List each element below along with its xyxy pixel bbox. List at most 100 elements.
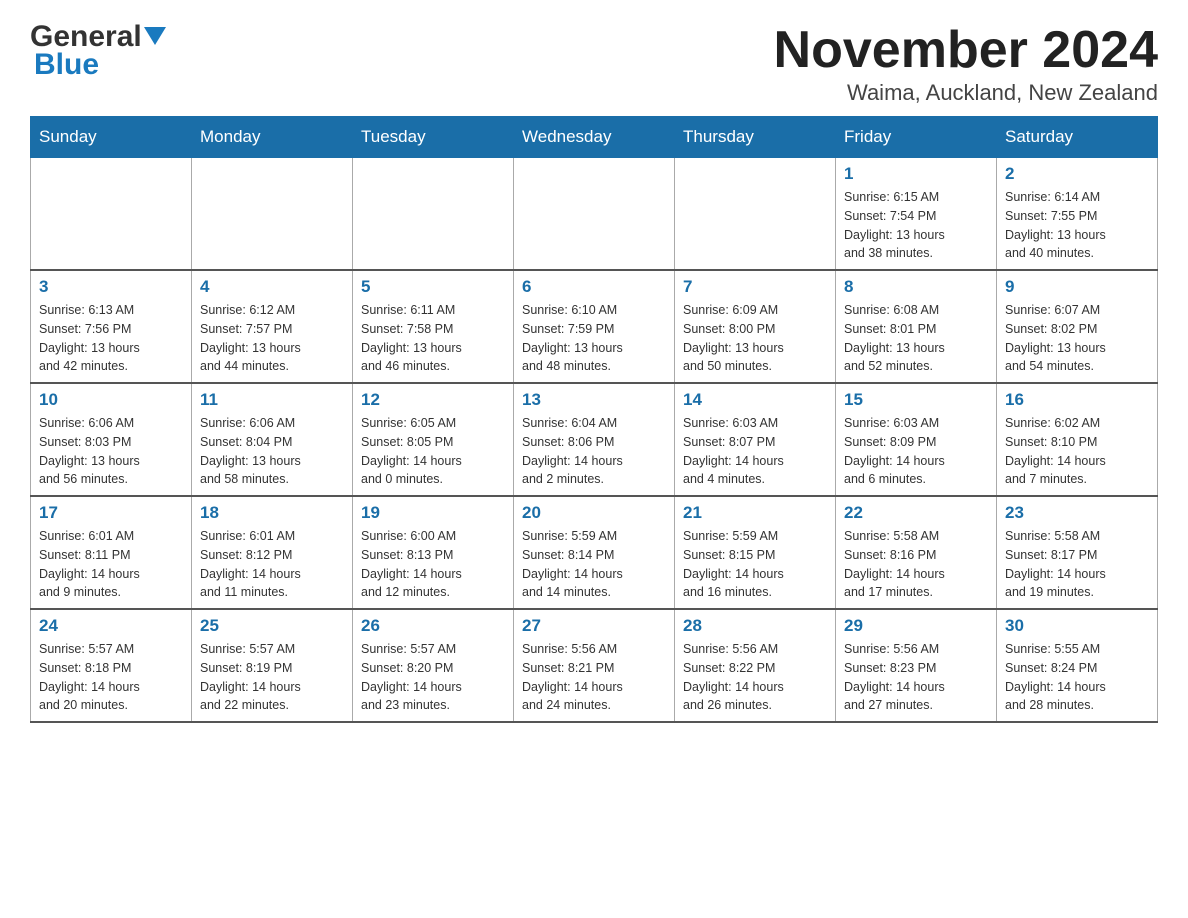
- table-row: 12Sunrise: 6:05 AM Sunset: 8:05 PM Dayli…: [353, 383, 514, 496]
- day-number: 22: [844, 503, 988, 523]
- table-row: 21Sunrise: 5:59 AM Sunset: 8:15 PM Dayli…: [675, 496, 836, 609]
- day-info: Sunrise: 5:56 AM Sunset: 8:23 PM Dayligh…: [844, 640, 988, 715]
- calendar-week-row: 10 Sunrise: 6:06 AM Sunset: 8:03 PM Dayli…: [31, 383, 1158, 496]
- table-row: 17Sunrise: 6:01 AM Sunset: 8:11 PM Dayli…: [31, 496, 192, 609]
- day-number: 8: [844, 277, 988, 297]
- day-info: Sunrise: 5:59 AM Sunset: 8:14 PM Dayligh…: [522, 527, 666, 602]
- day-number: 14: [683, 390, 827, 410]
- header-saturday: Saturday: [997, 117, 1158, 158]
- table-row: 24 Sunrise: 5:57 AM Sunset: 8:18 PM Dayli…: [31, 609, 192, 722]
- day-info: Sunrise: 6:12 AM Sunset: 7:57 PM Dayligh…: [200, 301, 344, 376]
- table-row: 20 Sunrise: 5:59 AM Sunset: 8:14 PM Dayli…: [514, 496, 675, 609]
- table-row: 5Sunrise: 6:11 AM Sunset: 7:58 PM Daylig…: [353, 270, 514, 383]
- table-row: 9 Sunrise: 6:07 AM Sunset: 8:02 PM Daylig…: [997, 270, 1158, 383]
- day-info: Sunrise: 6:08 AM Sunset: 8:01 PM Dayligh…: [844, 301, 988, 376]
- day-info: Sunrise: 5:56 AM Sunset: 8:22 PM Dayligh…: [683, 640, 827, 715]
- day-number: 6: [522, 277, 666, 297]
- table-row: 6 Sunrise: 6:10 AM Sunset: 7:59 PM Daylig…: [514, 270, 675, 383]
- table-row: 1 Sunrise: 6:15 AM Sunset: 7:54 PM Daylig…: [836, 158, 997, 271]
- day-info: Sunrise: 6:13 AM Sunset: 7:56 PM Dayligh…: [39, 301, 183, 376]
- table-row: 7Sunrise: 6:09 AM Sunset: 8:00 PM Daylig…: [675, 270, 836, 383]
- day-info: Sunrise: 6:10 AM Sunset: 7:59 PM Dayligh…: [522, 301, 666, 376]
- day-info: Sunrise: 6:14 AM Sunset: 7:55 PM Dayligh…: [1005, 188, 1149, 263]
- day-info: Sunrise: 6:00 AM Sunset: 8:13 PM Dayligh…: [361, 527, 505, 602]
- header-friday: Friday: [836, 117, 997, 158]
- day-number: 1: [844, 164, 988, 184]
- day-number: 10: [39, 390, 183, 410]
- day-number: 17: [39, 503, 183, 523]
- logo-blue-text: Blue: [34, 48, 99, 82]
- day-number: 3: [39, 277, 183, 297]
- day-number: 13: [522, 390, 666, 410]
- day-number: 16: [1005, 390, 1149, 410]
- table-row: 22 Sunrise: 5:58 AM Sunset: 8:16 PM Dayli…: [836, 496, 997, 609]
- day-info: Sunrise: 5:57 AM Sunset: 8:19 PM Dayligh…: [200, 640, 344, 715]
- table-row: 27 Sunrise: 5:56 AM Sunset: 8:21 PM Dayli…: [514, 609, 675, 722]
- day-number: 2: [1005, 164, 1149, 184]
- day-info: Sunrise: 6:06 AM Sunset: 8:04 PM Dayligh…: [200, 414, 344, 489]
- table-row: 2 Sunrise: 6:14 AM Sunset: 7:55 PM Daylig…: [997, 158, 1158, 271]
- day-info: Sunrise: 5:56 AM Sunset: 8:21 PM Dayligh…: [522, 640, 666, 715]
- table-row: 16 Sunrise: 6:02 AM Sunset: 8:10 PM Dayli…: [997, 383, 1158, 496]
- table-row: 15 Sunrise: 6:03 AM Sunset: 8:09 PM Dayli…: [836, 383, 997, 496]
- day-number: 15: [844, 390, 988, 410]
- location-text: Waima, Auckland, New Zealand: [774, 80, 1158, 106]
- day-info: Sunrise: 5:58 AM Sunset: 8:16 PM Dayligh…: [844, 527, 988, 602]
- title-section: November 2024 Waima, Auckland, New Zeala…: [774, 20, 1158, 106]
- table-row: 13Sunrise: 6:04 AM Sunset: 8:06 PM Dayli…: [514, 383, 675, 496]
- weekday-header-row: Sunday Monday Tuesday Wednesday Thursday…: [31, 117, 1158, 158]
- day-number: 25: [200, 616, 344, 636]
- day-number: 20: [522, 503, 666, 523]
- day-info: Sunrise: 5:58 AM Sunset: 8:17 PM Dayligh…: [1005, 527, 1149, 602]
- table-row: 18 Sunrise: 6:01 AM Sunset: 8:12 PM Dayli…: [192, 496, 353, 609]
- day-number: 26: [361, 616, 505, 636]
- table-row: 23 Sunrise: 5:58 AM Sunset: 8:17 PM Dayli…: [997, 496, 1158, 609]
- day-number: 23: [1005, 503, 1149, 523]
- calendar-week-row: 3 Sunrise: 6:13 AM Sunset: 7:56 PM Daylig…: [31, 270, 1158, 383]
- day-info: Sunrise: 6:01 AM Sunset: 8:12 PM Dayligh…: [200, 527, 344, 602]
- day-info: Sunrise: 6:03 AM Sunset: 8:09 PM Dayligh…: [844, 414, 988, 489]
- day-info: Sunrise: 6:09 AM Sunset: 8:00 PM Dayligh…: [683, 301, 827, 376]
- table-row: 19 Sunrise: 6:00 AM Sunset: 8:13 PM Dayli…: [353, 496, 514, 609]
- header-wednesday: Wednesday: [514, 117, 675, 158]
- calendar-week-row: 17Sunrise: 6:01 AM Sunset: 8:11 PM Dayli…: [31, 496, 1158, 609]
- table-row: 4 Sunrise: 6:12 AM Sunset: 7:57 PM Daylig…: [192, 270, 353, 383]
- calendar-week-row: 24 Sunrise: 5:57 AM Sunset: 8:18 PM Dayli…: [31, 609, 1158, 722]
- day-info: Sunrise: 5:55 AM Sunset: 8:24 PM Dayligh…: [1005, 640, 1149, 715]
- table-row: [192, 158, 353, 271]
- day-info: Sunrise: 6:06 AM Sunset: 8:03 PM Dayligh…: [39, 414, 183, 489]
- table-row: 29 Sunrise: 5:56 AM Sunset: 8:23 PM Dayli…: [836, 609, 997, 722]
- calendar-week-row: 1 Sunrise: 6:15 AM Sunset: 7:54 PM Daylig…: [31, 158, 1158, 271]
- day-number: 27: [522, 616, 666, 636]
- day-number: 12: [361, 390, 505, 410]
- table-row: [31, 158, 192, 271]
- table-row: 26 Sunrise: 5:57 AM Sunset: 8:20 PM Dayli…: [353, 609, 514, 722]
- header-thursday: Thursday: [675, 117, 836, 158]
- day-number: 4: [200, 277, 344, 297]
- day-info: Sunrise: 6:15 AM Sunset: 7:54 PM Dayligh…: [844, 188, 988, 263]
- table-row: [675, 158, 836, 271]
- table-row: 30Sunrise: 5:55 AM Sunset: 8:24 PM Dayli…: [997, 609, 1158, 722]
- logo: General Blue: [30, 20, 166, 82]
- calendar-table: Sunday Monday Tuesday Wednesday Thursday…: [30, 116, 1158, 723]
- table-row: [353, 158, 514, 271]
- day-number: 11: [200, 390, 344, 410]
- day-number: 19: [361, 503, 505, 523]
- day-number: 18: [200, 503, 344, 523]
- table-row: 28Sunrise: 5:56 AM Sunset: 8:22 PM Dayli…: [675, 609, 836, 722]
- day-number: 24: [39, 616, 183, 636]
- day-number: 9: [1005, 277, 1149, 297]
- day-info: Sunrise: 6:02 AM Sunset: 8:10 PM Dayligh…: [1005, 414, 1149, 489]
- day-number: 29: [844, 616, 988, 636]
- table-row: 8 Sunrise: 6:08 AM Sunset: 8:01 PM Daylig…: [836, 270, 997, 383]
- day-info: Sunrise: 5:57 AM Sunset: 8:18 PM Dayligh…: [39, 640, 183, 715]
- day-info: Sunrise: 5:57 AM Sunset: 8:20 PM Dayligh…: [361, 640, 505, 715]
- day-number: 5: [361, 277, 505, 297]
- day-info: Sunrise: 6:07 AM Sunset: 8:02 PM Dayligh…: [1005, 301, 1149, 376]
- header-sunday: Sunday: [31, 117, 192, 158]
- table-row: 14Sunrise: 6:03 AM Sunset: 8:07 PM Dayli…: [675, 383, 836, 496]
- header-tuesday: Tuesday: [353, 117, 514, 158]
- header-monday: Monday: [192, 117, 353, 158]
- table-row: [514, 158, 675, 271]
- month-title: November 2024: [774, 20, 1158, 80]
